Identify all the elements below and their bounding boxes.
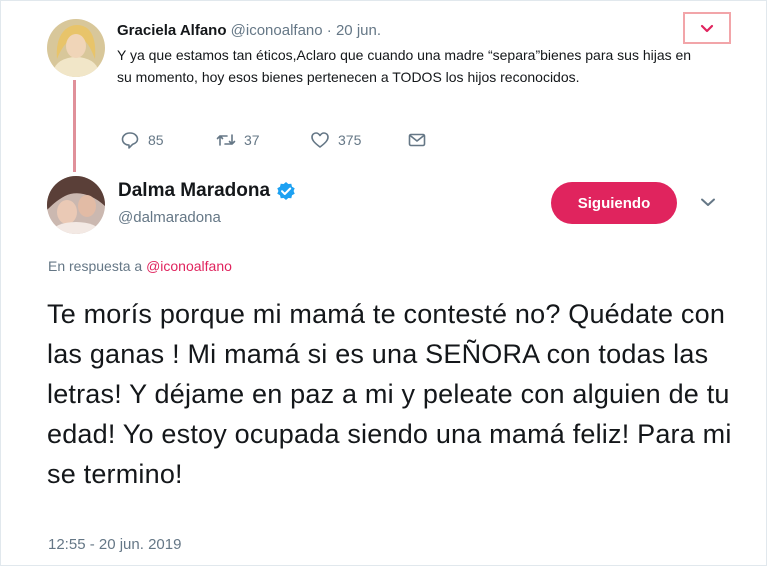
reply-icon [121,132,139,149]
reply-count: 85 [148,132,164,148]
like-count: 375 [338,132,362,148]
tweet-menu-button[interactable] [683,12,731,44]
reply-prefix: En respuesta a [48,258,143,274]
tweet-timestamp[interactable]: 12:55 - 20 jun. 2019 [48,536,181,553]
avatar[interactable] [47,19,105,77]
retweet-icon [216,134,236,146]
author-handle[interactable]: @dalmaradona [118,209,221,226]
retweet-count: 37 [244,132,260,148]
tweet-date[interactable]: 20 jun. [336,22,381,39]
tweet-text: Te morís porque mi mamá te contesté no? … [47,299,732,489]
reply-action[interactable]: 85 [120,130,164,150]
author-name[interactable]: Graciela Alfano [117,22,226,39]
heart-icon [311,132,329,148]
tweet-header: Graciela Alfano @iconoalfano · 20 jun. [117,22,381,39]
like-action[interactable]: 375 [310,130,361,150]
chevron-down-icon [701,198,715,206]
author-handle[interactable]: @iconoalfano [231,22,323,39]
mention-link[interactable]: @iconoalfano [146,258,232,274]
author-name[interactable]: Dalma Maradona [118,180,270,202]
verified-badge-icon [277,182,295,200]
avatar[interactable] [47,176,105,234]
thread-connector-line [73,80,76,172]
reply-context: En respuesta a @iconoalfano [48,258,232,274]
chevron-down-icon [700,24,714,33]
author-name-row: Dalma Maradona [118,180,296,202]
tweet-menu-button[interactable] [698,192,718,217]
following-button[interactable]: Siguiendo [551,182,677,224]
retweet-action[interactable]: 37 [216,130,260,150]
meta-separator: · [326,22,332,39]
tweet-text: Y ya que estamos tan éticos,Aclaro que c… [117,47,692,85]
message-action[interactable] [407,130,427,150]
envelope-icon [408,133,426,147]
